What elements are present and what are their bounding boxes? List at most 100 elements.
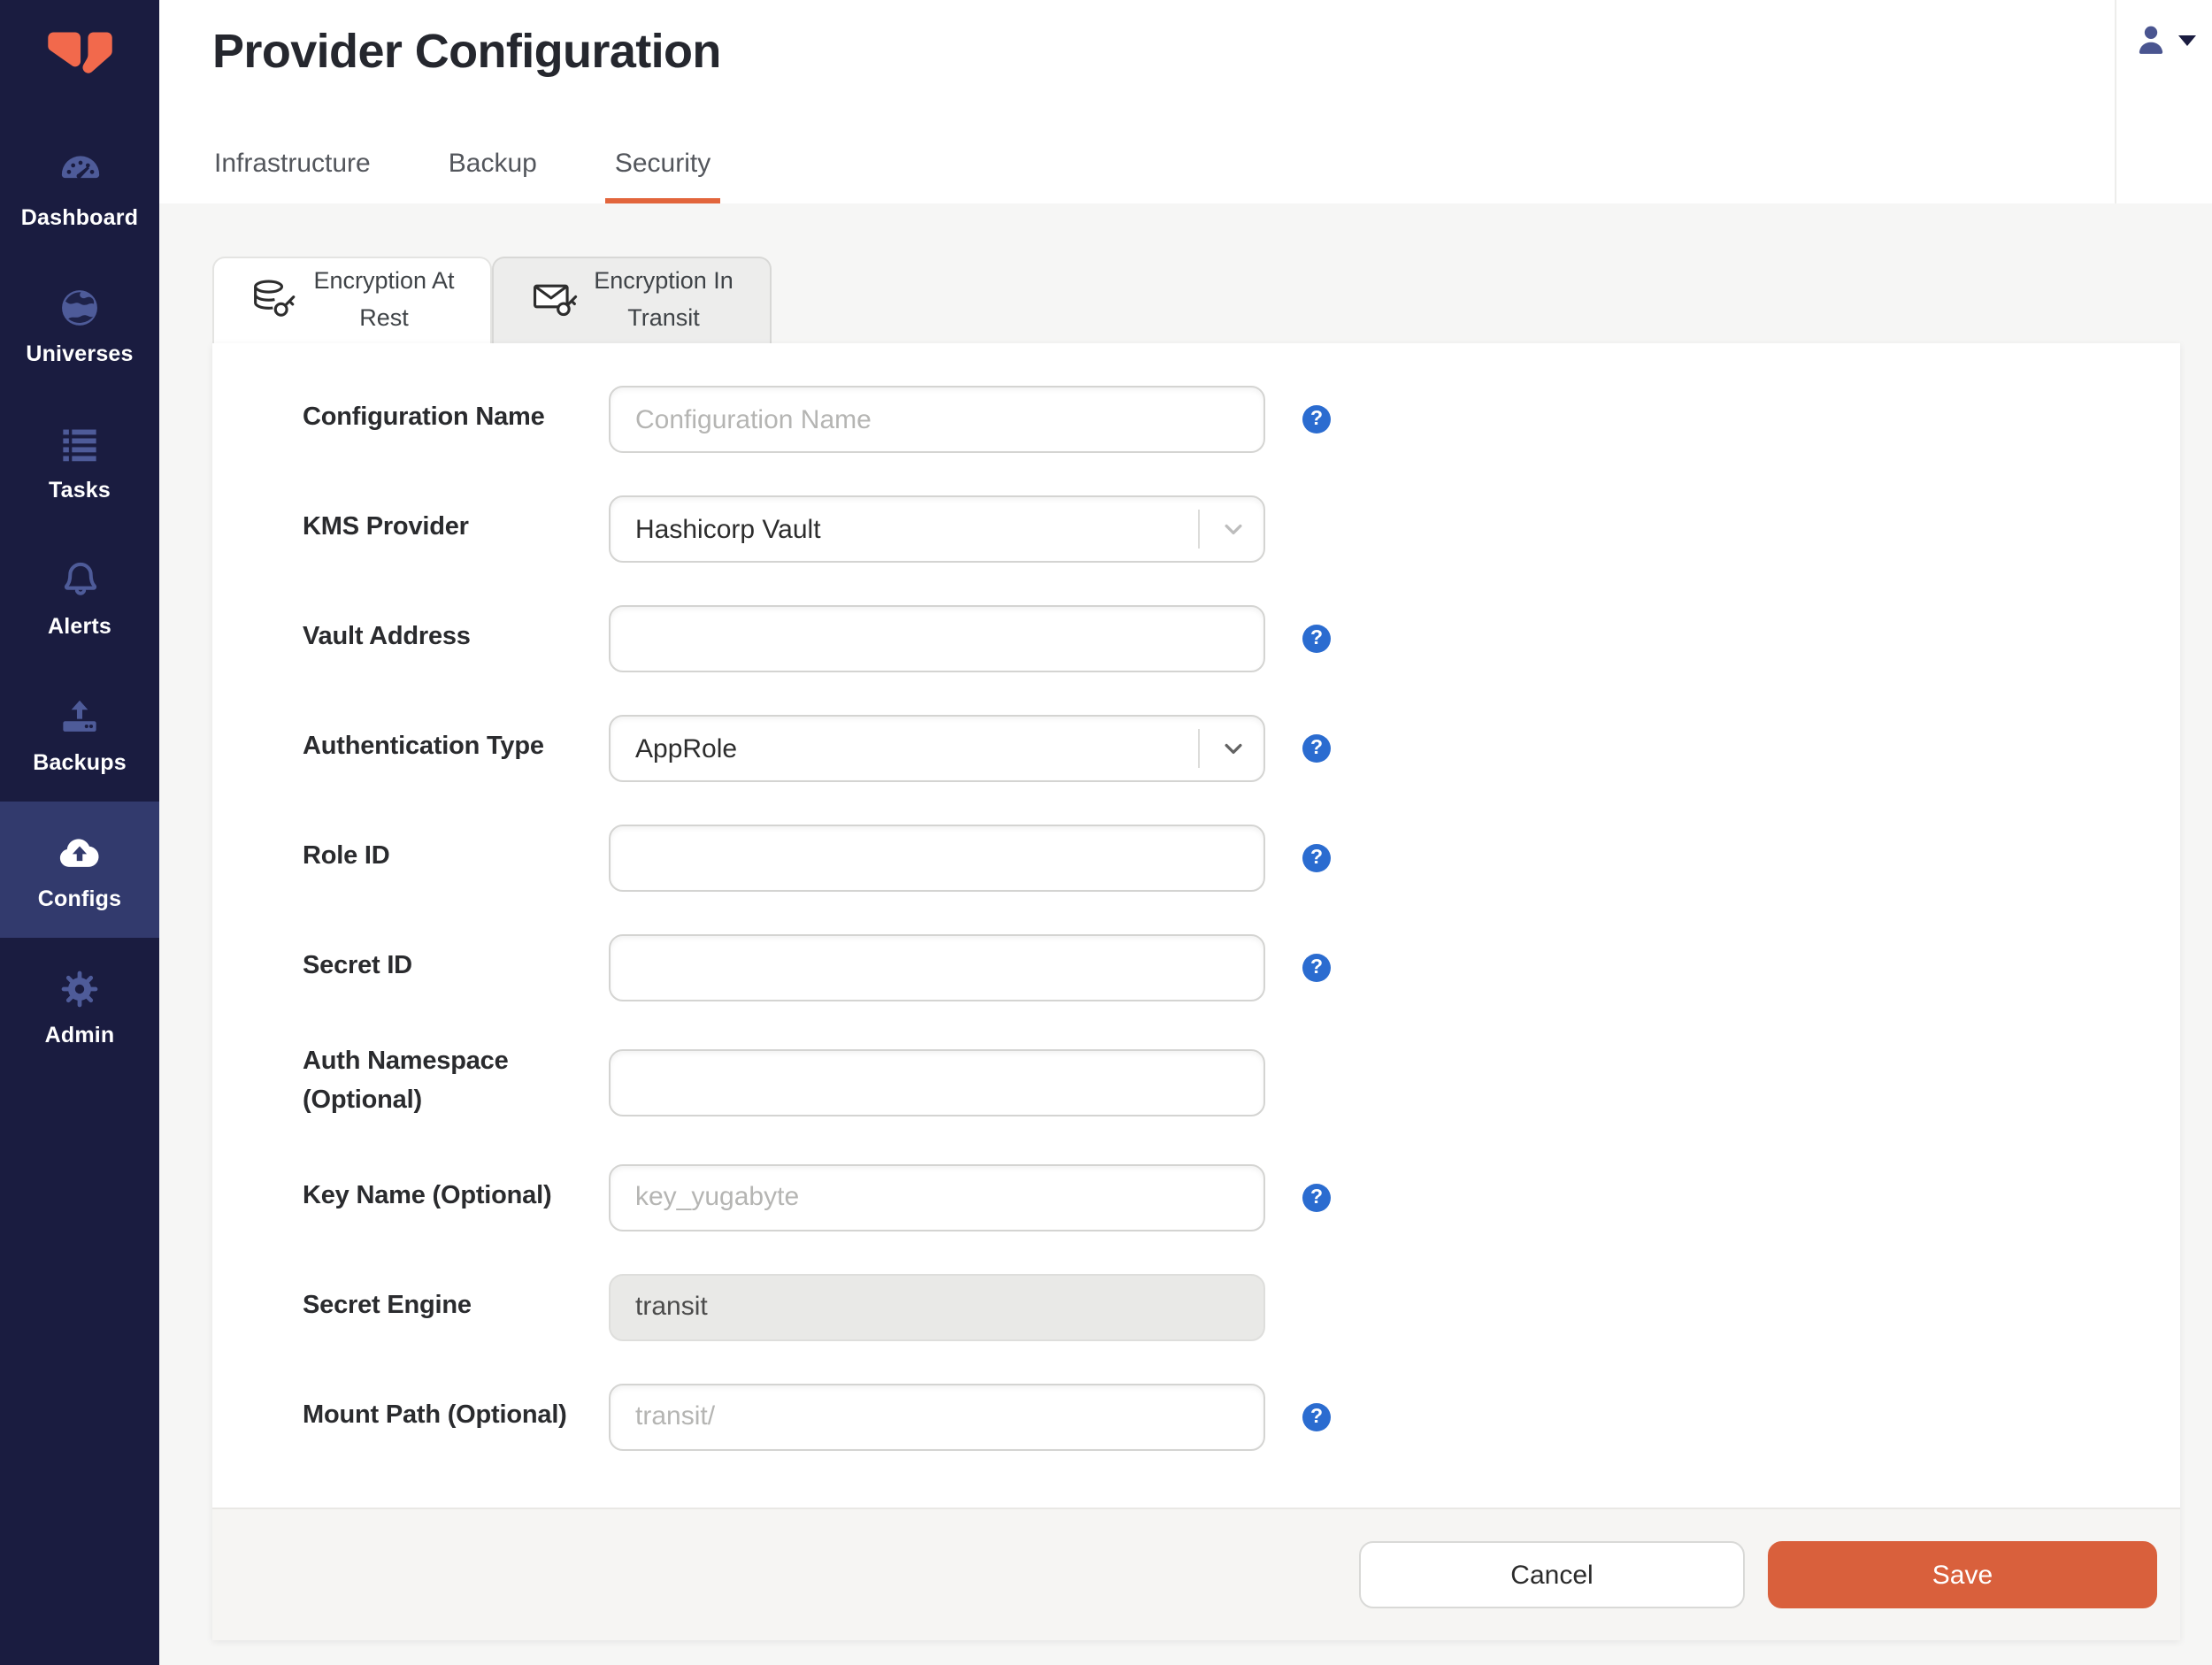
key-name-optional-input[interactable] [609, 1163, 1265, 1231]
upload-tray-icon [57, 692, 103, 740]
tab-label: Encryption In Transit [594, 264, 733, 338]
authentication-type-select[interactable]: AppRole [609, 715, 1265, 782]
top-header: Provider Configuration Infrastructure Bac… [159, 0, 2212, 203]
help-icon[interactable]: ? [1302, 734, 1331, 763]
field-label: Vault Address [303, 623, 471, 652]
tab-label-line2: Transit [627, 304, 700, 331]
yugabyte-logo-icon [39, 19, 120, 101]
mount-path-optional-input[interactable] [609, 1383, 1265, 1450]
gear-icon [57, 964, 103, 1012]
chevron-down-icon [1221, 517, 1246, 541]
field-control [609, 1163, 1265, 1231]
bell-icon [56, 556, 104, 603]
kms-provider-select[interactable]: Hashicorp Vault [609, 495, 1265, 563]
globe-icon [57, 283, 103, 331]
field-control [609, 825, 1265, 892]
tab-backup[interactable]: Backup [449, 149, 537, 203]
form-row-auth-namespace-optional: Auth Namespace (Optional) [303, 1044, 2180, 1121]
field-label: Role ID [303, 842, 390, 871]
help-icon[interactable]: ? [1302, 844, 1331, 872]
sidebar: Dashboard Universes Tasks Alerts Backups Conf… [0, 0, 159, 1665]
field-label: Secret Engine [303, 1291, 472, 1320]
sidebar-item-label: Configs [37, 886, 122, 911]
help-icon[interactable]: ? [1302, 954, 1331, 982]
field-control [609, 1273, 1265, 1340]
sidebar-item-alerts[interactable]: Alerts [0, 529, 159, 665]
content-area: Encryption At Rest Encryption In Transit Co… [159, 203, 2212, 1665]
chevron-down-icon [1221, 736, 1246, 761]
user-menu[interactable] [2115, 0, 2212, 203]
sidebar-item-dashboard[interactable]: Dashboard [0, 120, 159, 257]
help-icon[interactable]: ? [1302, 405, 1331, 434]
field-label: KMS Provider [303, 513, 469, 542]
tab-infrastructure[interactable]: Infrastructure [214, 149, 371, 203]
select-divider [1198, 510, 1200, 549]
sidebar-item-tasks[interactable]: Tasks [0, 393, 159, 529]
form-row-secret-engine: Secret Engine [303, 1273, 2180, 1340]
field-control [609, 934, 1265, 1001]
field-label: Configuration Name [303, 403, 545, 433]
sidebar-item-admin[interactable]: Admin [0, 938, 159, 1074]
tab-encryption-at-rest[interactable]: Encryption At Rest [212, 257, 492, 343]
tab-label-line1: Encryption At [313, 267, 455, 295]
select-divider [1198, 729, 1200, 768]
field-control [609, 1048, 1265, 1116]
form-row-kms-provider: KMS Provider Hashicorp Vault [303, 495, 2180, 563]
envelope-key-icon [530, 276, 580, 326]
sidebar-item-universes[interactable]: Universes [0, 257, 159, 393]
main-area: Provider Configuration Infrastructure Bac… [159, 0, 2212, 1665]
save-button[interactable]: Save [1768, 1541, 2157, 1608]
encryption-tabs: Encryption At Rest Encryption In Transit [212, 257, 772, 343]
secret-engine-input [609, 1273, 1265, 1340]
select-value: Hashicorp Vault [635, 514, 821, 544]
help-icon[interactable]: ? [1302, 1402, 1331, 1431]
vault-address-input[interactable] [609, 605, 1265, 672]
field-control [609, 1383, 1265, 1450]
field-label: Key Name (Optional) [303, 1181, 552, 1210]
field-label: Authentication Type [303, 733, 544, 762]
sidebar-item-configs[interactable]: Configs [0, 802, 159, 938]
cloud-upload-icon [55, 828, 104, 876]
page-title: Provider Configuration [212, 25, 721, 78]
field-control [609, 605, 1265, 672]
form-row-secret-id: Secret ID? [303, 934, 2180, 1001]
form-row-vault-address: Vault Address? [303, 605, 2180, 672]
form-row-key-name-optional: Key Name (Optional)? [303, 1163, 2180, 1231]
form-row-configuration-name: Configuration Name? [303, 386, 2180, 453]
tab-label-line1: Encryption In [594, 267, 733, 295]
header-tabs: Infrastructure Backup Security [214, 149, 720, 203]
sidebar-item-label: Dashboard [20, 205, 139, 230]
tab-security[interactable]: Security [605, 149, 720, 203]
form-row-role-id: Role ID? [303, 825, 2180, 892]
configuration-name-input[interactable] [609, 386, 1265, 453]
tab-label-line2: Rest [359, 304, 409, 331]
auth-namespace-optional-input[interactable] [609, 1048, 1265, 1116]
dashboard-gauge-icon [56, 147, 104, 195]
form-footer: Cancel Save [212, 1508, 2180, 1640]
sidebar-item-label: Alerts [47, 614, 112, 639]
kms-config-form: Configuration Name? KMS Provider Hashicorp… [212, 343, 2180, 1508]
sidebar-item-backups[interactable]: Backups [0, 665, 159, 802]
database-key-icon [250, 276, 299, 326]
role-id-input[interactable] [609, 825, 1265, 892]
sidebar-item-label: Admin [44, 1023, 115, 1047]
tab-encryption-in-transit[interactable]: Encryption In Transit [492, 257, 772, 343]
app-root: Dashboard Universes Tasks Alerts Backups Conf… [0, 0, 2212, 1665]
sidebar-item-label: Tasks [48, 478, 111, 503]
field-control: AppRole [609, 715, 1265, 782]
secret-id-input[interactable] [609, 934, 1265, 1001]
field-label: Secret ID [303, 952, 412, 981]
chevron-down-icon[interactable] [2178, 35, 2196, 46]
help-icon[interactable]: ? [1302, 1183, 1331, 1211]
field-label: Mount Path (Optional) [303, 1400, 567, 1430]
sidebar-item-label: Backups [33, 750, 127, 775]
help-icon[interactable]: ? [1302, 625, 1331, 653]
field-control [609, 386, 1265, 453]
field-label: Auth Namespace (Optional) [303, 1047, 509, 1115]
field-control: Hashicorp Vault [609, 495, 1265, 563]
cancel-button[interactable]: Cancel [1359, 1541, 1745, 1608]
tab-label: Encryption At Rest [313, 264, 454, 338]
form-row-mount-path-optional: Mount Path (Optional)? [303, 1383, 2180, 1450]
task-list-icon [57, 419, 103, 467]
user-icon[interactable] [2132, 21, 2170, 58]
